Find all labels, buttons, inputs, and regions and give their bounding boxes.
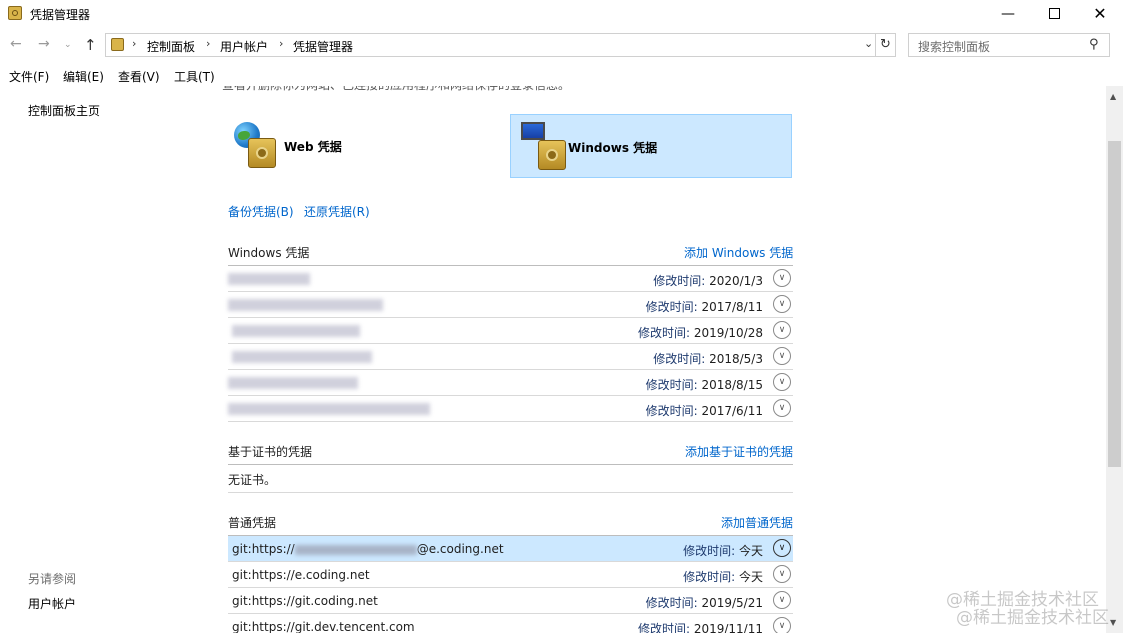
title-bar: 凭据管理器 — ✕ xyxy=(0,0,1123,28)
backup-credentials-link[interactable]: 备份凭据(B) xyxy=(228,203,294,220)
credential-manager-icon xyxy=(8,6,22,20)
menu-view[interactable]: 查看(V) xyxy=(118,68,160,85)
chevron-right-icon[interactable]: › xyxy=(279,37,283,50)
scroll-down-icon[interactable]: ▼ xyxy=(1110,618,1116,627)
see-also-heading: 另请参阅 xyxy=(28,572,77,586)
breadcrumb-control-panel[interactable]: 控制面板 xyxy=(147,38,195,55)
restore-credentials-link[interactable]: 还原凭据(R) xyxy=(304,203,370,220)
credential-name: git:https://git.dev.tencent.com xyxy=(232,620,415,633)
vault-icon xyxy=(538,140,566,170)
add-certificate-credential-link[interactable]: 添加基于证书的凭据 xyxy=(685,443,793,460)
scrollbar-thumb[interactable] xyxy=(1108,141,1121,467)
menu-edit[interactable]: 编辑(E) xyxy=(63,68,104,85)
window-title: 凭据管理器 xyxy=(30,8,91,22)
chevron-down-icon[interactable]: ∨ xyxy=(773,617,791,633)
add-windows-credential-link[interactable]: 添加 Windows 凭据 xyxy=(684,244,793,261)
maximize-button[interactable] xyxy=(1031,0,1077,28)
navigation-bar: ← → ⌄ ↑ › 控制面板 › 用户帐户 › 凭据管理器 ⌄ ↻ 搜索控制面板… xyxy=(0,30,1123,62)
chevron-down-icon[interactable]: ∨ xyxy=(773,321,791,339)
search-input[interactable]: 搜索控制面板 ⚲ xyxy=(908,33,1110,57)
windows-credential-row[interactable]: 修改时间: 2019/10/28 ∨ xyxy=(228,318,793,344)
row-divider xyxy=(228,421,793,422)
control-panel-icon xyxy=(111,38,124,51)
windows-credential-row[interactable]: 修改时间: 2017/8/11 ∨ xyxy=(228,292,793,318)
generic-credential-row[interactable]: git:https://e.coding.net 修改时间: 今天 ∨ xyxy=(228,562,793,588)
modified-time: 修改时间: 2020/1/3 xyxy=(653,274,763,288)
minimize-button[interactable]: — xyxy=(985,0,1031,28)
chevron-right-icon[interactable]: › xyxy=(206,37,210,50)
windows-credentials-heading: Windows 凭据 xyxy=(228,246,310,260)
menu-tools[interactable]: 工具(T) xyxy=(174,68,215,85)
breadcrumb-credential-manager[interactable]: 凭据管理器 xyxy=(293,38,353,55)
address-bar[interactable]: › 控制面板 › 用户帐户 › 凭据管理器 ⌄ xyxy=(105,33,876,57)
windows-credential-row[interactable]: 修改时间: 2020/1/3 ∨ xyxy=(228,266,793,292)
chevron-down-icon[interactable]: ∨ xyxy=(773,591,791,609)
recent-locations-chevron-icon[interactable]: ⌄ xyxy=(64,40,72,50)
refresh-icon: ↻ xyxy=(880,37,891,52)
vault-icon xyxy=(248,138,276,168)
user-accounts-link[interactable]: 用户帐户 xyxy=(28,595,76,612)
modified-time: 修改时间: 今天 xyxy=(683,570,763,584)
credential-name: git:https://e.coding.net xyxy=(232,568,370,582)
menu-bar: 文件(F) 编辑(E) 查看(V) 工具(T) xyxy=(0,64,1123,86)
modified-time: 修改时间: 2019/11/11 xyxy=(637,622,763,633)
windows-credential-row[interactable]: 修改时间: 2018/8/15 ∨ xyxy=(228,370,793,396)
chevron-down-icon[interactable]: ∨ xyxy=(773,295,791,313)
chevron-down-icon[interactable]: ∨ xyxy=(773,373,791,391)
monitor-icon xyxy=(521,122,545,140)
redacted-name xyxy=(232,325,360,337)
section-divider xyxy=(228,464,793,465)
chevron-down-icon[interactable]: ⌄ xyxy=(864,37,873,50)
scroll-up-icon[interactable]: ▲ xyxy=(1110,92,1116,101)
no-certificates-text: 无证书。 xyxy=(228,473,277,487)
redacted-name xyxy=(228,403,430,415)
web-credentials-tile[interactable]: Web 凭据 xyxy=(228,114,510,178)
watermark: @稀土掘金技术社区 @稀土掘金技术社区 xyxy=(946,590,1109,628)
credential-name: git:https://@e.coding.net xyxy=(232,542,504,556)
certificate-credentials-heading: 基于证书的凭据 xyxy=(228,445,313,459)
web-credentials-label: Web 凭据 xyxy=(284,140,342,154)
refresh-button[interactable]: ↻ xyxy=(876,33,896,57)
windows-credentials-tile[interactable]: Windows 凭据 xyxy=(510,114,792,178)
redacted-segment xyxy=(294,544,417,555)
modified-time: 修改时间: 今天 xyxy=(683,544,763,558)
generic-credential-row[interactable]: git:https://git.dev.tencent.com 修改时间: 20… xyxy=(228,614,793,633)
chevron-right-icon[interactable]: › xyxy=(132,37,136,50)
modified-time: 修改时间: 2017/8/11 xyxy=(645,300,763,314)
windows-credential-row[interactable]: 修改时间: 2017/6/11 ∨ xyxy=(228,396,793,422)
modified-time: 修改时间: 2018/8/15 xyxy=(645,378,763,392)
chevron-down-icon[interactable]: ∨ xyxy=(773,539,791,557)
redacted-name xyxy=(232,351,372,363)
search-icon[interactable]: ⚲ xyxy=(1089,37,1099,52)
generic-credential-row[interactable]: git:https://git.coding.net 修改时间: 2019/5/… xyxy=(228,588,793,614)
close-button[interactable]: ✕ xyxy=(1077,0,1123,28)
generic-credential-row[interactable]: git:https://@e.coding.net 修改时间: 今天 ∨ xyxy=(228,536,793,562)
modified-time: 修改时间: 2017/6/11 xyxy=(645,404,763,418)
modified-time: 修改时间: 2019/5/21 xyxy=(645,596,763,610)
redacted-name xyxy=(228,273,310,285)
modified-time: 修改时间: 2018/5/3 xyxy=(653,352,763,366)
add-generic-credential-link[interactable]: 添加普通凭据 xyxy=(721,514,793,531)
back-arrow-icon[interactable]: ← xyxy=(10,36,22,52)
search-placeholder: 搜索控制面板 xyxy=(918,40,991,54)
breadcrumb-user-accounts[interactable]: 用户帐户 xyxy=(220,38,268,55)
vertical-scrollbar[interactable]: ▲ ▼ xyxy=(1106,86,1123,633)
redacted-name xyxy=(228,377,358,389)
forward-arrow-icon[interactable]: → xyxy=(38,36,50,52)
chevron-down-icon[interactable]: ∨ xyxy=(773,565,791,583)
windows-credential-row[interactable]: 修改时间: 2018/5/3 ∨ xyxy=(228,344,793,370)
chevron-down-icon[interactable]: ∨ xyxy=(773,399,791,417)
control-panel-home-link[interactable]: 控制面板主页 xyxy=(28,102,100,119)
chevron-down-icon[interactable]: ∨ xyxy=(773,347,791,365)
menu-file[interactable]: 文件(F) xyxy=(9,68,49,85)
generic-credentials-heading: 普通凭据 xyxy=(228,516,277,530)
chevron-down-icon[interactable]: ∨ xyxy=(773,269,791,287)
redacted-name xyxy=(228,299,383,311)
up-arrow-icon[interactable]: ↑ xyxy=(84,36,97,54)
windows-credentials-label: Windows 凭据 xyxy=(568,141,658,155)
credential-name: git:https://git.coding.net xyxy=(232,594,378,608)
maximize-icon xyxy=(1048,7,1060,19)
modified-time: 修改时间: 2019/10/28 xyxy=(637,326,763,340)
row-divider xyxy=(228,492,793,493)
